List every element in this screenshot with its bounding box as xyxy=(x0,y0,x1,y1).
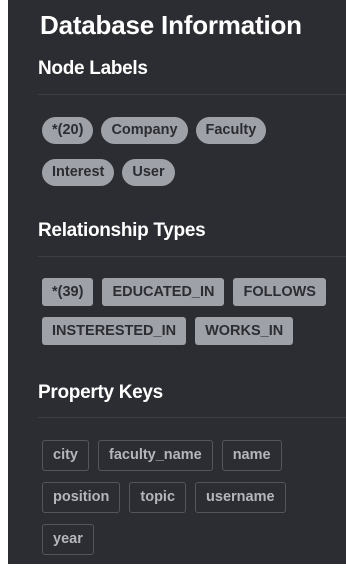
property-key-year[interactable]: year xyxy=(42,524,94,555)
relationship-types-heading: Relationship Types xyxy=(38,220,206,241)
node-label-faculty[interactable]: Faculty xyxy=(195,117,267,144)
property-key-topic[interactable]: topic xyxy=(129,482,187,513)
property-key-faculty-name[interactable]: faculty_name xyxy=(98,440,213,471)
property-keys-list: city faculty_name name position topic us… xyxy=(42,440,342,566)
node-label-company[interactable]: Company xyxy=(101,117,188,144)
relationship-type-educated-in[interactable]: EDUCATED_IN xyxy=(102,278,225,306)
relationship-types-divider xyxy=(38,256,346,257)
property-keys-divider xyxy=(38,417,346,418)
relationship-type-follows[interactable]: FOLLOWS xyxy=(233,278,326,306)
property-keys-heading: Property Keys xyxy=(38,382,163,403)
relationship-type-all[interactable]: *(39) xyxy=(42,278,94,306)
node-label-all[interactable]: *(20) xyxy=(42,117,94,144)
node-labels-heading: Node Labels xyxy=(38,58,148,79)
node-label-interest[interactable]: Interest xyxy=(42,159,115,186)
relationship-type-works-in[interactable]: WORKS_IN xyxy=(195,317,294,345)
database-information-panel: Database Information Node Labels *(20) C… xyxy=(8,0,346,564)
node-labels-divider xyxy=(38,94,346,95)
property-key-position[interactable]: position xyxy=(42,482,121,513)
property-key-name[interactable]: name xyxy=(221,440,282,471)
relationship-type-insterested-in[interactable]: INSTERESTED_IN xyxy=(42,317,187,345)
node-labels-list: *(20) Company Faculty Interest User xyxy=(42,117,342,201)
panel-title: Database Information xyxy=(40,10,302,40)
property-key-city[interactable]: city xyxy=(42,440,89,471)
relationship-types-list: *(39) EDUCATED_IN FOLLOWS INSTERESTED_IN… xyxy=(42,278,342,356)
node-label-user[interactable]: User xyxy=(122,159,175,186)
property-key-username[interactable]: username xyxy=(195,482,286,513)
